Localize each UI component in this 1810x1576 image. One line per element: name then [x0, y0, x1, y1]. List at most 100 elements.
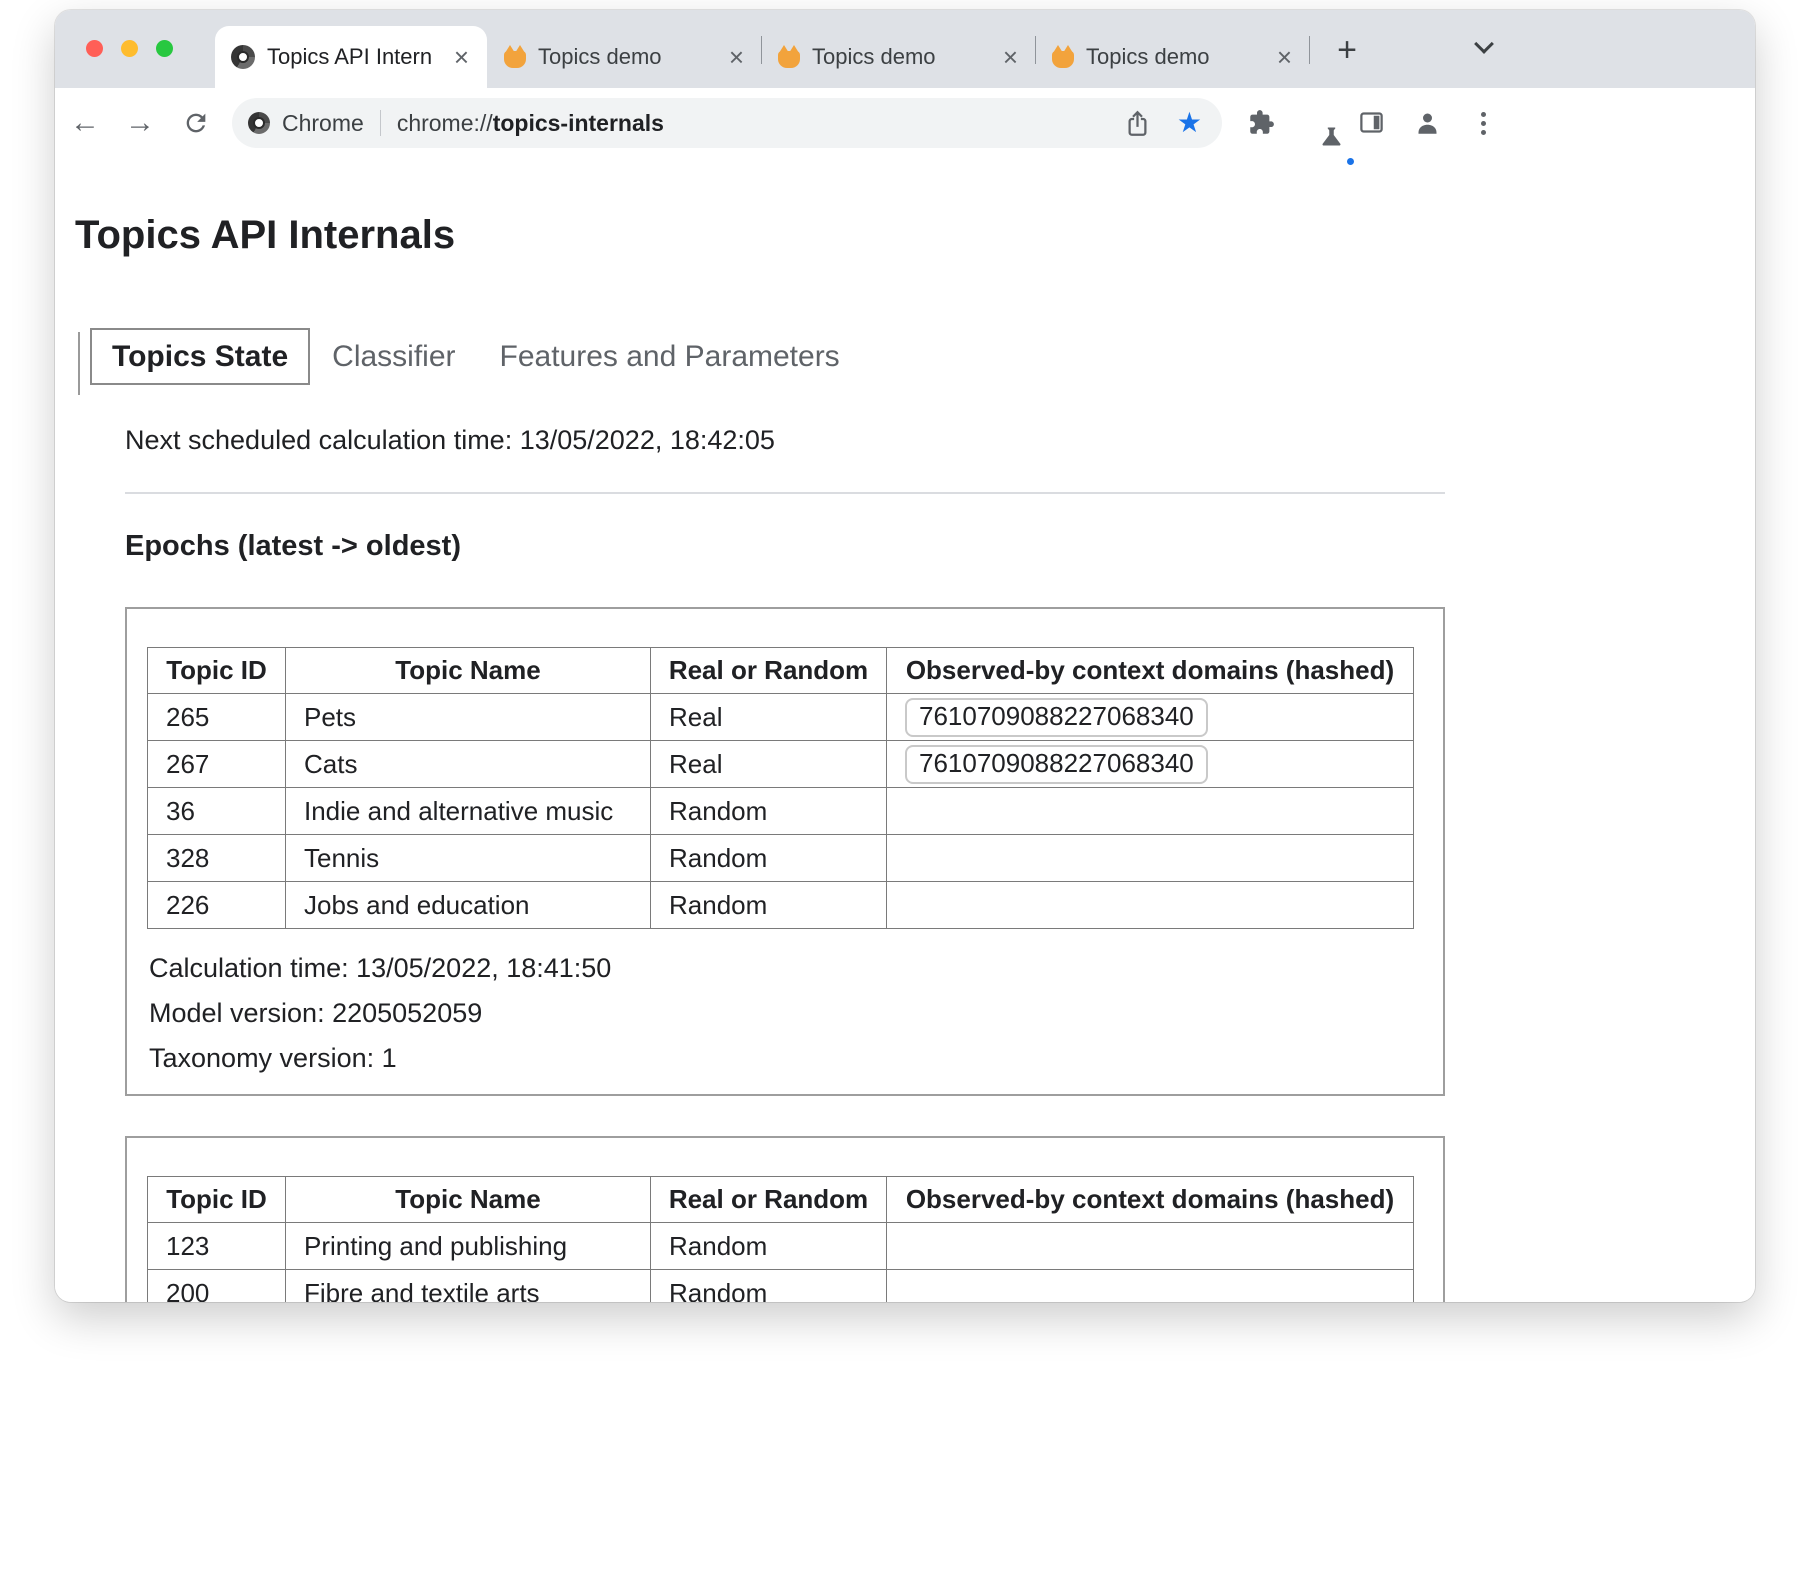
- real-or-random-cell: Real: [651, 694, 887, 741]
- browser-tab-topics-demo-1[interactable]: Topics demo ×: [488, 26, 762, 88]
- table-row: 328 Tennis Random: [148, 835, 1414, 882]
- col-observed-domains: Observed-by context domains (hashed): [887, 648, 1414, 694]
- browser-window: Topics API Intern × Topics demo × Topics…: [55, 10, 1755, 1302]
- real-or-random-cell: Random: [651, 1270, 887, 1303]
- browser-tab-strip: Topics API Intern × Topics demo × Topics…: [55, 10, 1755, 88]
- bookmark-star-icon[interactable]: ★: [1177, 109, 1202, 137]
- tab-divider: [1309, 36, 1310, 64]
- table-row: 265 Pets Real 7610709088227068340: [148, 694, 1414, 741]
- topic-id-cell: 328: [148, 835, 286, 882]
- topics-table: Topic ID Topic Name Real or Random Obser…: [147, 647, 1414, 929]
- calculation-time: Calculation time: 13/05/2022, 18:41:50: [149, 953, 1423, 984]
- tab-features-and-parameters[interactable]: Features and Parameters: [478, 328, 862, 385]
- experiments-flask-icon[interactable]: [1318, 137, 1345, 154]
- table-row: 267 Cats Real 7610709088227068340: [148, 741, 1414, 788]
- real-or-random-cell: Random: [651, 788, 887, 835]
- real-or-random-cell: Random: [651, 835, 887, 882]
- col-real-or-random: Real or Random: [651, 1177, 887, 1223]
- domains-cell: [887, 835, 1414, 882]
- topic-name-cell: Jobs and education: [286, 882, 651, 929]
- topic-id-cell: 226: [148, 882, 286, 929]
- browser-tab-topics-internals[interactable]: Topics API Intern ×: [215, 26, 487, 88]
- domains-cell: 7610709088227068340: [887, 694, 1414, 741]
- notification-dot: [1345, 156, 1356, 167]
- share-icon[interactable]: [1124, 110, 1151, 137]
- browser-tab-topics-demo-3[interactable]: Topics demo ×: [1036, 26, 1310, 88]
- col-real-or-random: Real or Random: [651, 648, 887, 694]
- epochs-heading: Epochs (latest -> oldest): [125, 530, 1445, 563]
- browser-menu-kebab-icon[interactable]: [1469, 109, 1497, 137]
- table-row: 123 Printing and publishing Random: [148, 1223, 1414, 1270]
- topic-name-cell: Printing and publishing: [286, 1223, 651, 1270]
- real-or-random-cell: Real: [651, 741, 887, 788]
- new-tab-button[interactable]: +: [1329, 32, 1365, 68]
- tab-topics-state[interactable]: Topics State: [90, 328, 310, 385]
- forward-arrow-icon[interactable]: →: [125, 106, 155, 140]
- topic-name-cell: Tennis: [286, 835, 651, 882]
- address-bar[interactable]: Chrome chrome:// topics-internals ★: [232, 98, 1222, 148]
- close-tab-icon[interactable]: ×: [1001, 44, 1020, 70]
- tab-title: Topics demo: [538, 44, 715, 70]
- page-title: Topics API Internals: [75, 212, 1755, 258]
- domains-cell: [887, 1270, 1414, 1303]
- profile-avatar-icon[interactable]: [1414, 109, 1442, 137]
- close-tab-icon[interactable]: ×: [1275, 44, 1294, 70]
- extensions-puzzle-icon[interactable]: [1248, 109, 1276, 137]
- topic-id-cell: 123: [148, 1223, 286, 1270]
- chrome-logo-icon: [231, 45, 255, 69]
- topic-name-cell: Indie and alternative music: [286, 788, 651, 835]
- topic-name-cell: Pets: [286, 694, 651, 741]
- hashed-domain-chip: 7610709088227068340: [905, 745, 1208, 784]
- taxonomy-version: Taxonomy version: 1: [149, 1043, 1423, 1074]
- page-content: Topics API Internals Topics State Classi…: [55, 212, 1755, 1302]
- topics-state-panel: Next scheduled calculation time: 13/05/2…: [125, 425, 1445, 1302]
- browser-tab-topics-demo-2[interactable]: Topics demo ×: [762, 26, 1036, 88]
- domains-cell: 7610709088227068340: [887, 741, 1414, 788]
- domains-cell: [887, 1223, 1414, 1270]
- page-tab-bar: Topics State Classifier Features and Par…: [90, 328, 1755, 385]
- tab-classifier[interactable]: Classifier: [310, 328, 477, 385]
- back-arrow-icon[interactable]: ←: [70, 106, 100, 140]
- epoch-card-older: Topic ID Topic Name Real or Random Obser…: [125, 1136, 1445, 1302]
- table-row: 200 Fibre and textile arts Random: [148, 1270, 1414, 1303]
- screenshot-canvas: Topics API Intern × Topics demo × Topics…: [0, 0, 1810, 1576]
- minimize-window-button[interactable]: [121, 40, 138, 57]
- table-header-row: Topic ID Topic Name Real or Random Obser…: [148, 1177, 1414, 1223]
- domains-cell: [887, 882, 1414, 929]
- url-scheme: chrome://: [397, 110, 493, 137]
- topic-name-cell: Fibre and textile arts: [286, 1270, 651, 1303]
- tab-title: Topics demo: [812, 44, 989, 70]
- close-tab-icon[interactable]: ×: [452, 44, 471, 70]
- site-chrome-icon: [248, 112, 270, 134]
- col-topic-id: Topic ID: [148, 1177, 286, 1223]
- cat-favicon-icon: [504, 51, 526, 68]
- browser-toolbar: ← → Chrome chrome:// topics-internals ★: [55, 88, 1755, 158]
- fullscreen-window-button[interactable]: [156, 40, 173, 57]
- topics-table: Topic ID Topic Name Real or Random Obser…: [147, 1176, 1414, 1302]
- tab-search-chevron-down-icon[interactable]: [1475, 36, 1493, 54]
- tab-title: Topics API Intern: [267, 44, 440, 70]
- hashed-domain-chip: 7610709088227068340: [905, 698, 1208, 737]
- reload-icon[interactable]: [182, 109, 210, 137]
- col-topic-id: Topic ID: [148, 648, 286, 694]
- table-header-row: Topic ID Topic Name Real or Random Obser…: [148, 648, 1414, 694]
- address-separator: [380, 110, 381, 136]
- topic-name-cell: Cats: [286, 741, 651, 788]
- model-version: Model version: 2205052059: [149, 998, 1423, 1029]
- table-row: 36 Indie and alternative music Random: [148, 788, 1414, 835]
- topic-id-cell: 36: [148, 788, 286, 835]
- real-or-random-cell: Random: [651, 882, 887, 929]
- real-or-random-cell: Random: [651, 1223, 887, 1270]
- topic-id-cell: 265: [148, 694, 286, 741]
- topic-id-cell: 267: [148, 741, 286, 788]
- side-panel-icon[interactable]: [1358, 109, 1386, 137]
- close-window-button[interactable]: [86, 40, 103, 57]
- domains-cell: [887, 788, 1414, 835]
- col-observed-domains: Observed-by context domains (hashed): [887, 1177, 1414, 1223]
- table-row: 226 Jobs and education Random: [148, 882, 1414, 929]
- cat-favicon-icon: [778, 51, 800, 68]
- tab-title: Topics demo: [1086, 44, 1263, 70]
- topic-id-cell: 200: [148, 1270, 286, 1303]
- close-tab-icon[interactable]: ×: [727, 44, 746, 70]
- col-topic-name: Topic Name: [286, 1177, 651, 1223]
